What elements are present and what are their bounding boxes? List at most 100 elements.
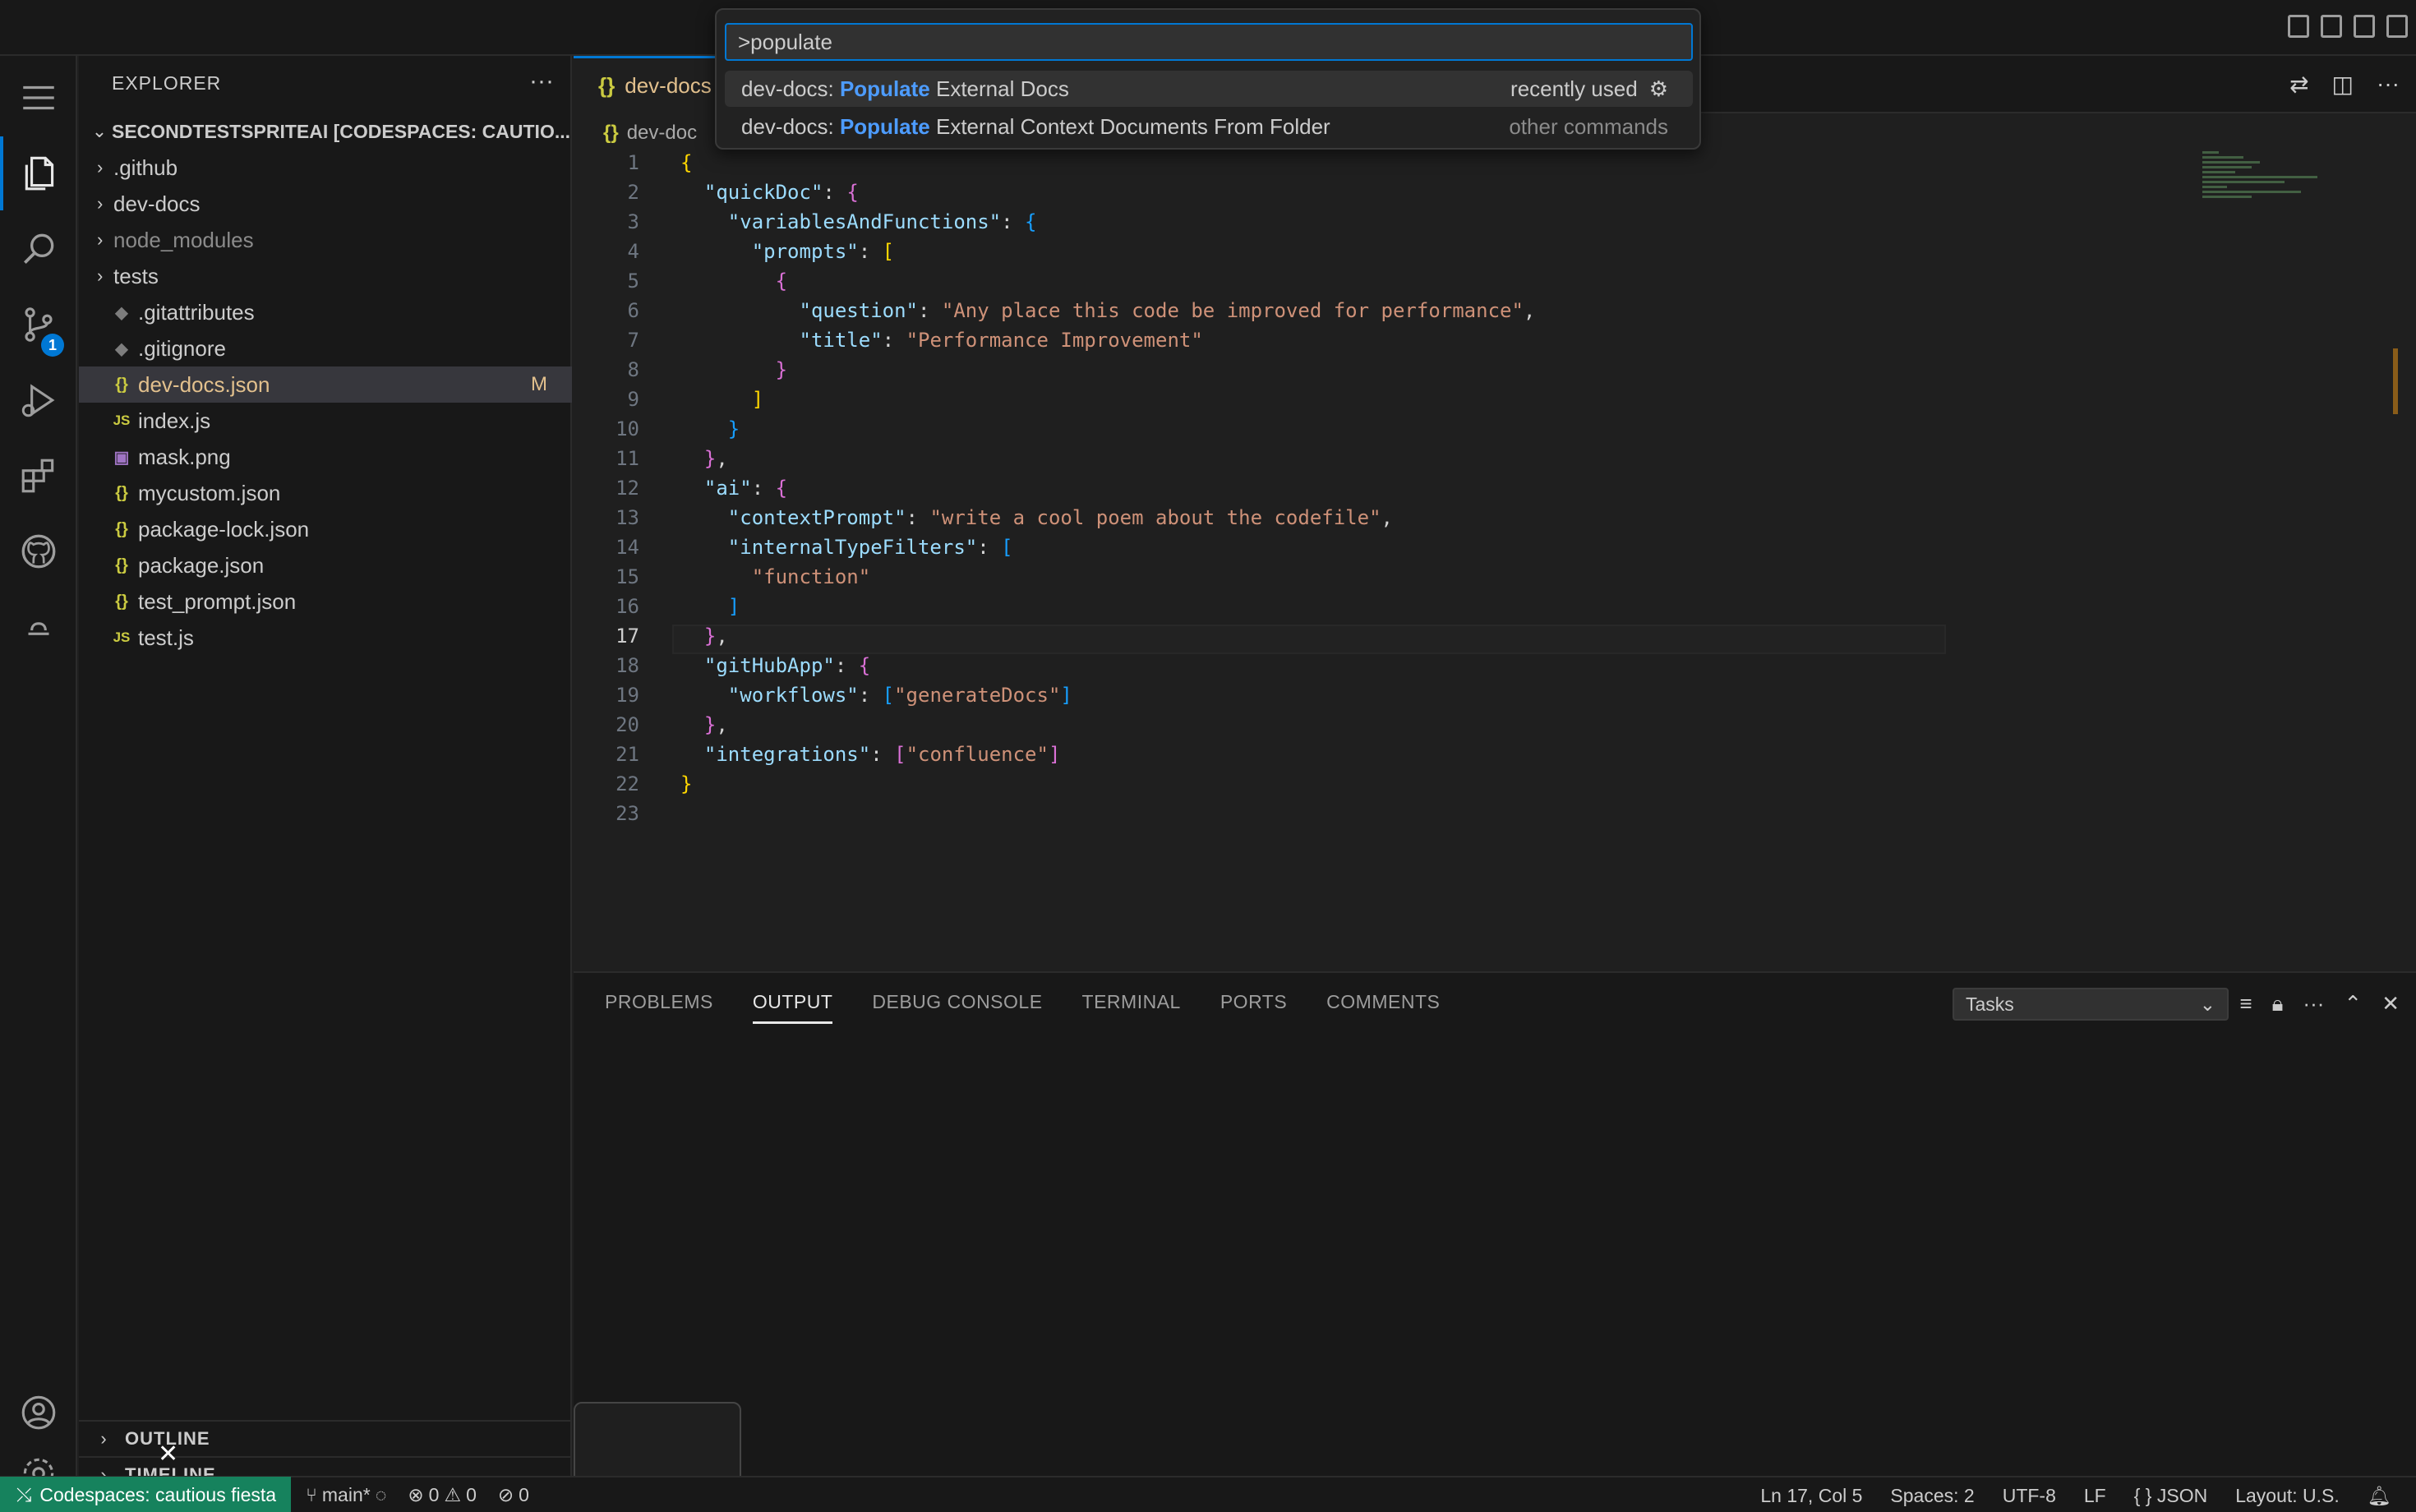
end-of-line[interactable]: LF [2084,1485,2106,1507]
scrollbar-modified-marker [2393,348,2398,414]
sync-icon: ◌ [375,1483,387,1505]
code-line: "prompts": [ [751,240,895,263]
js-file-icon: JS [113,413,131,428]
run-debug-icon[interactable] [0,363,77,437]
tree-file-gitignore[interactable]: ◆ .gitignore [79,330,572,366]
line-number: 2 [627,181,639,204]
tab-output[interactable]: OUTPUT [752,991,833,1024]
tab-problems[interactable]: PROBLEMS [605,991,713,1024]
more-actions-icon[interactable]: ··· [2303,991,2324,1017]
line-number: 14 [616,536,639,559]
tree-file-package-json[interactable]: {} package.json [79,547,572,583]
problems-indicator[interactable]: ⊗ 0 ⚠ 0 [408,1484,477,1506]
tree-file-dev-docs-json[interactable]: {} dev-docs.json M [79,366,572,403]
line-number: 4 [627,240,639,263]
code-line: } [727,417,740,440]
tree-file-package-lock-json[interactable]: {} package-lock.json [79,511,572,547]
more-actions-icon[interactable]: ··· [529,67,554,95]
tree-file-mask-png[interactable]: ▣ mask.png [79,439,572,475]
extensions-icon[interactable] [0,439,77,513]
line-number: 16 [616,595,639,618]
ports-indicator[interactable]: ⊘ 0 [498,1484,529,1506]
cursor-position[interactable]: Ln 17, Col 5 [1760,1485,1862,1507]
chevron-right-icon: › [97,265,104,286]
indentation[interactable]: Spaces: 2 [1890,1485,1974,1507]
breadcrumb[interactable]: {} dev-doc [574,115,697,151]
menu-icon[interactable] [0,61,77,135]
chevron-right-icon: › [97,229,104,250]
command-item-populate-context-documents[interactable]: dev-docs: Populate External Context Docu… [725,108,1693,145]
json-file-icon: {} [115,519,128,538]
explorer-sidebar: EXPLORER ··· ⌄ SECONDTESTSPRITEAI [CODES… [79,56,572,1485]
sidebar-title: EXPLORER [112,72,222,94]
source-control-icon[interactable]: 1 [0,288,77,362]
chevron-right-icon: › [97,157,104,177]
notifications-icon[interactable]: 🔔︎ [2368,1485,2391,1507]
customize-layout-icon[interactable] [2386,15,2408,38]
tree-file-test-js[interactable]: JS test.js [79,620,572,656]
tab-terminal[interactable]: TERMINAL [1082,991,1181,1024]
status-right: Ln 17, Col 5 Spaces: 2 UTF-8 LF { } JSON… [1760,1477,2391,1512]
gear-icon[interactable]: ⚙ [1649,76,1668,102]
tree-folder-node-modules[interactable]: › node_modules [79,222,572,258]
tree-file-gitattributes[interactable]: ◆ .gitattributes [79,294,572,330]
tab-comments[interactable]: COMMENTS [1326,991,1440,1024]
maximize-panel-icon[interactable]: ⌃ [2344,991,2362,1017]
js-file-icon: JS [113,629,131,645]
remote-indicator[interactable]: ⤯ Codespaces: cautious fiesta [0,1477,292,1512]
toggle-primary-sidebar-icon[interactable] [2288,15,2309,38]
branch-indicator[interactable]: ⑂ main* ◌ [306,1484,386,1506]
line-number: 19 [616,684,639,707]
json-file-icon: {} [598,73,616,98]
code-line: "title": "Performance Improvement" [799,329,1203,352]
open-changes-icon[interactable]: ⇄ [2289,71,2308,98]
workspace-name: SECONDTESTSPRITEAI [CODESPACES: CAUTIO..… [112,120,571,142]
more-actions-icon[interactable]: ··· [2377,71,2400,98]
command-item-populate-external-docs[interactable]: dev-docs: Populate External Docs recentl… [725,71,1693,107]
extension-view-icon[interactable] [0,590,77,664]
panel-actions: ≡ 🔒︎ ··· ⌃ ✕ [2239,991,2400,1017]
toggle-panel-icon[interactable] [2321,15,2342,38]
encoding[interactable]: UTF-8 [2003,1485,2056,1507]
outline-section[interactable]: › OUTLINE [79,1420,572,1456]
search-icon[interactable] [0,212,77,286]
tab-debug-console[interactable]: DEBUG CONSOLE [872,991,1042,1024]
chevron-right-icon: › [97,193,104,214]
line-number: 18 [616,654,639,677]
lock-icon[interactable]: 🔒︎ [2272,991,2284,1017]
chevron-right-icon: › [100,1428,107,1449]
code-editor[interactable]: 1 2 3 4 5 6 7 8 9 10 11 12 13 14 15 16 17 18 19 20 21 22 23 { … [574,150,2416,971]
files-icon[interactable] [0,136,77,210]
tree-folder-github[interactable]: › .github [79,150,572,186]
bottom-panel: PROBLEMS OUTPUT DEBUG CONSOLE TERMINAL P… [574,971,2416,1476]
output-channel-select[interactable]: Tasks ⌄ [1953,988,2229,1021]
workspace-root[interactable]: ⌄ SECONDTESTSPRITEAI [CODESPACES: CAUTIO… [79,115,572,148]
tab-ports[interactable]: PORTS [1220,991,1287,1024]
tree-file-mycustom-json[interactable]: {} mycustom.json [79,475,572,511]
line-number: 1 [627,151,639,174]
code-line: "contextPrompt": "write a cool poem abou… [727,506,1393,529]
toggle-secondary-sidebar-icon[interactable] [2354,15,2375,38]
tree-file-test-prompt-json[interactable]: {} test_prompt.json [79,583,572,620]
tab-dev-docs-json[interactable]: {} dev-docs [574,56,736,113]
line-number: 10 [616,417,639,440]
close-icon[interactable]: ✕ [2381,991,2400,1017]
keyboard-layout[interactable]: Layout: U.S. [2235,1485,2340,1507]
mouse-cursor-icon: ✕ [158,1441,179,1468]
file-tree: › .github › dev-docs › node_modules › tests … [79,150,572,656]
json-file-icon: {} [115,375,128,394]
clear-output-icon[interactable]: ≡ [2239,991,2252,1017]
language-mode[interactable]: { } JSON [2134,1485,2208,1507]
minimap[interactable] [2202,151,2326,225]
command-palette-input[interactable]: >populate [725,23,1693,61]
github-icon[interactable] [0,514,77,588]
code-line: { [680,151,693,174]
code-line: ] [751,388,764,411]
code-line: ] [727,595,740,618]
tree-folder-dev-docs[interactable]: › dev-docs [79,186,572,222]
branch-icon: ⑂ [306,1483,317,1505]
tree-folder-tests[interactable]: › tests [79,258,572,294]
split-editor-icon[interactable]: ◫ [2332,71,2354,98]
tree-file-index-js[interactable]: JS index.js [79,403,572,439]
code-line: "ai": { [703,477,788,500]
